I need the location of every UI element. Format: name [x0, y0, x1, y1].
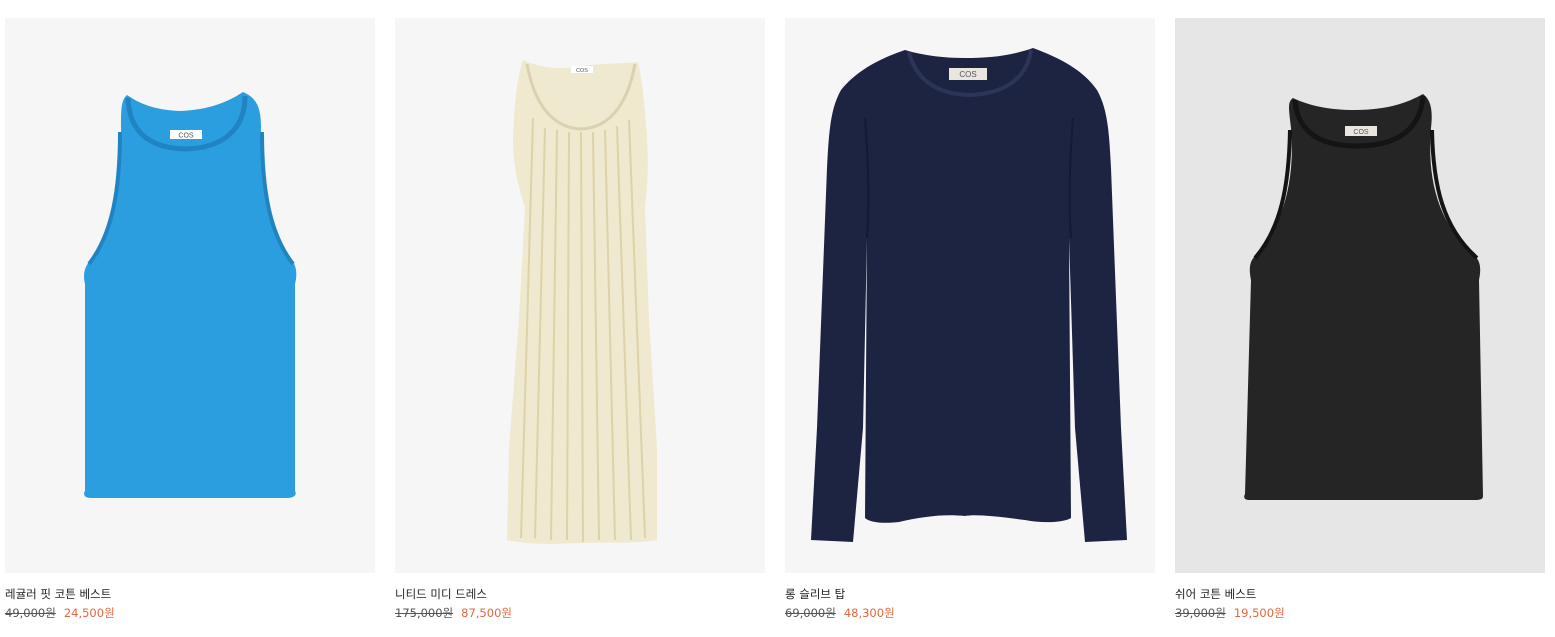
garment: [811, 48, 1127, 542]
product-grid: COS 레귤러 핏 코튼 베스트 49,000원 24,500원 COS 니티드…: [0, 0, 1555, 637]
product-price: 175,000원 87,500원: [395, 605, 765, 621]
original-price: 175,000원: [395, 606, 454, 620]
product-card[interactable]: COS 니티드 미디 드레스 175,000원 87,500원: [395, 18, 765, 621]
original-price: 69,000원: [785, 606, 836, 620]
product-image[interactable]: COS: [5, 18, 375, 573]
label-text: COS: [1353, 129, 1369, 136]
blue-tank-top-image: COS: [5, 18, 375, 573]
label-text: COS: [959, 70, 976, 79]
original-price: 39,000원: [1175, 606, 1226, 620]
label-text: COS: [178, 133, 194, 140]
product-card[interactable]: COS 쉬어 코튼 베스트 39,000원 19,500원: [1175, 18, 1545, 621]
product-card[interactable]: COS 롱 슬리브 탑 69,000원 48,300원: [785, 18, 1155, 621]
label-text: COS: [576, 68, 588, 74]
black-sheer-tank-top-image: COS: [1175, 18, 1545, 573]
sale-price: 87,500원: [461, 606, 512, 620]
product-price: 69,000원 48,300원: [785, 605, 1155, 621]
product-name[interactable]: 니티드 미디 드레스: [395, 586, 765, 602]
sale-price: 24,500원: [63, 606, 115, 620]
product-price: 39,000원 19,500원: [1175, 605, 1545, 621]
product-card[interactable]: COS 레귤러 핏 코튼 베스트 49,000원 24,500원: [5, 18, 375, 621]
sale-price: 19,500원: [1233, 606, 1285, 620]
sale-price: 48,300원: [843, 606, 895, 620]
cream-knit-midi-dress-image: COS: [395, 18, 765, 573]
original-price: 49,000원: [5, 606, 56, 620]
product-name[interactable]: 롱 슬리브 탑: [785, 586, 1155, 602]
product-image[interactable]: COS: [395, 18, 765, 573]
product-price: 49,000원 24,500원: [5, 605, 375, 621]
navy-long-sleeve-top-image: COS: [785, 18, 1155, 573]
product-name[interactable]: 레귤러 핏 코튼 베스트: [5, 586, 375, 602]
product-name[interactable]: 쉬어 코튼 베스트: [1175, 586, 1545, 602]
product-image[interactable]: COS: [1175, 18, 1545, 573]
product-image[interactable]: COS: [785, 18, 1155, 573]
